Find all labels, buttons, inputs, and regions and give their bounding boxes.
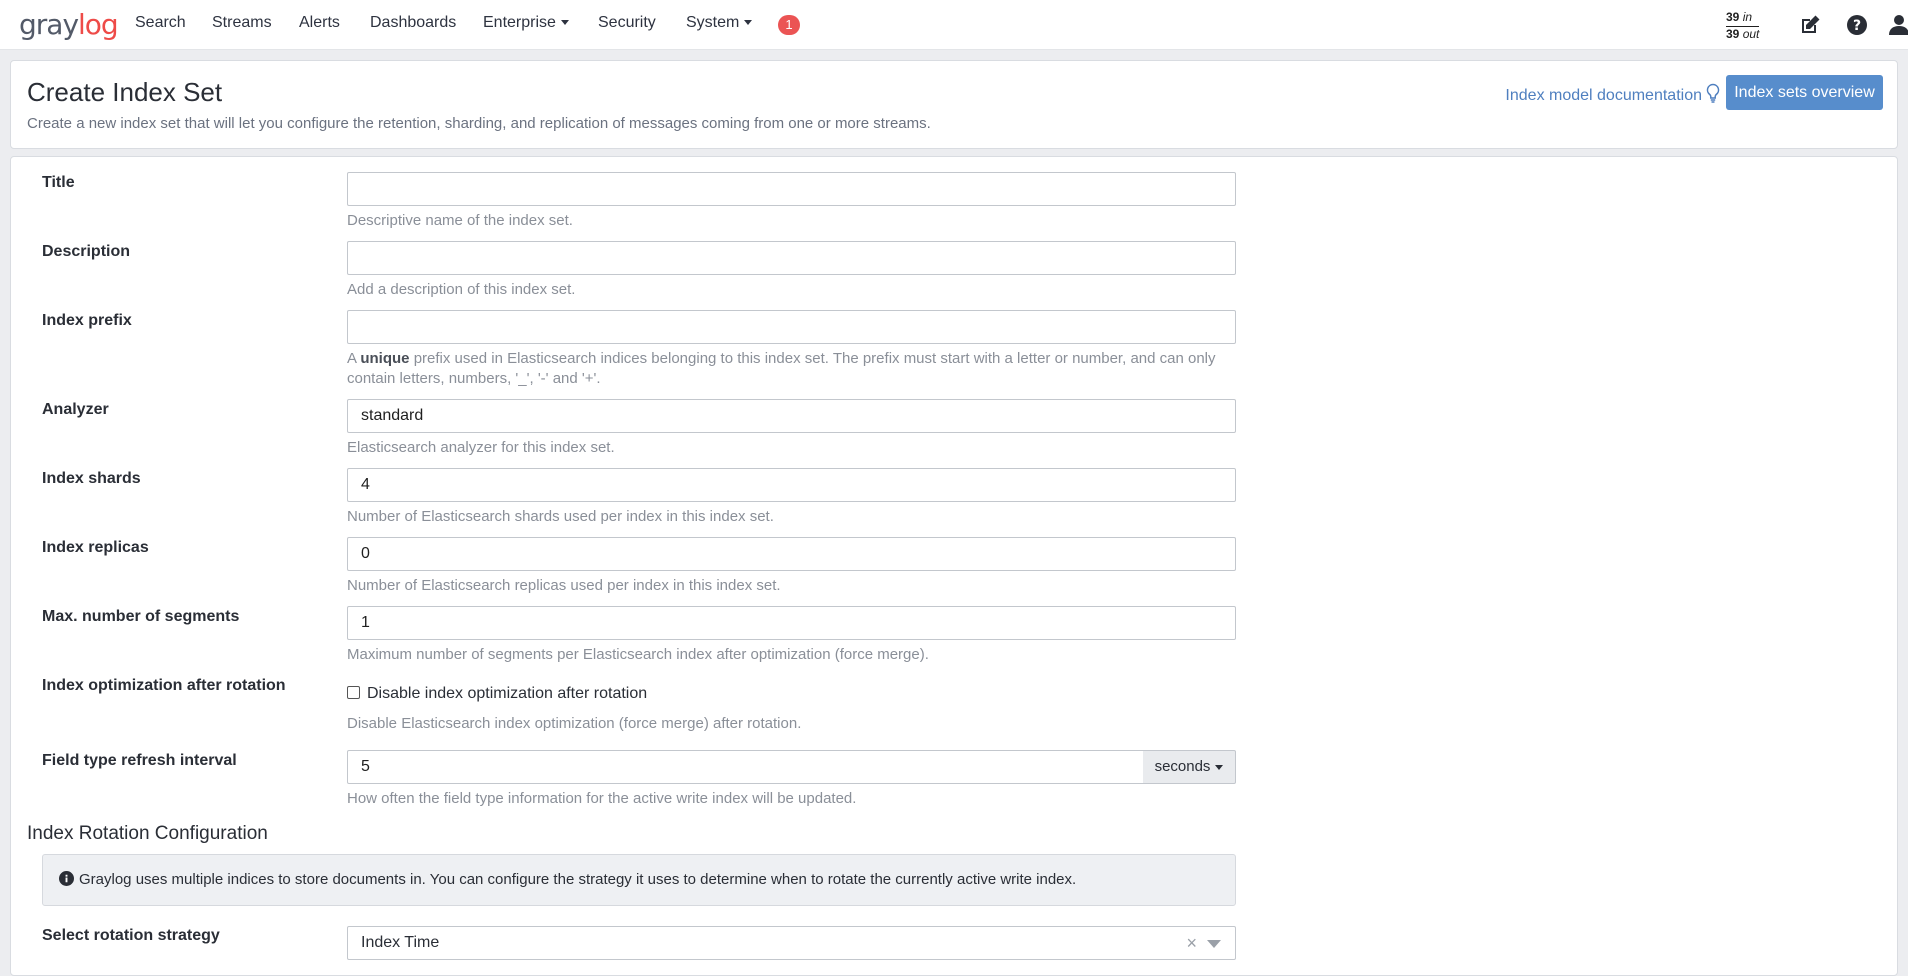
chevron-down-icon [1215, 764, 1224, 770]
documentation-link[interactable]: Index model documentation [1505, 83, 1721, 105]
index-shards-input[interactable] [347, 468, 1236, 502]
description-help: Add a description of this index set. [347, 281, 576, 298]
nav-streams[interactable]: Streams [212, 14, 272, 32]
notification-badge[interactable]: 1 [778, 15, 800, 35]
help-icon[interactable]: ? [1845, 13, 1869, 37]
analyzer-label: Analyzer [42, 401, 109, 418]
index-replicas-help: Number of Elasticsearch replicas used pe… [347, 577, 781, 594]
index-prefix-help: A unique prefix used in Elasticsearch in… [347, 350, 1216, 387]
page-title: Create Index Set [27, 77, 223, 107]
index-replicas-label: Index replicas [42, 539, 149, 556]
analyzer-input[interactable] [347, 399, 1236, 433]
checkbox-box[interactable] [347, 686, 360, 699]
page-description: Create a new index set that will let you… [27, 115, 931, 132]
max-segments-label: Max. number of segments [42, 608, 240, 625]
description-input[interactable] [347, 241, 1236, 275]
graylog-logo[interactable]: graylog [19, 8, 119, 41]
field-type-refresh-help: How often the field type information for… [347, 790, 857, 807]
index-optimization-label: Index optimization after rotation [42, 677, 286, 694]
refresh-unit-dropdown[interactable]: seconds [1143, 750, 1236, 784]
rotation-strategy-value: Index Time [361, 934, 440, 951]
throughput-indicator[interactable]: 39 in 39 out [1726, 10, 1760, 42]
analyzer-help: Elasticsearch analyzer for this index se… [347, 439, 615, 456]
index-shards-label: Index shards [42, 470, 141, 487]
field-type-refresh-input[interactable] [347, 750, 1144, 784]
page-header: Create Index Set Create a new index set … [10, 60, 1898, 149]
user-icon[interactable] [1887, 13, 1908, 37]
index-prefix-label: Index prefix [42, 312, 132, 329]
disable-optimization-checkbox-label: Disable index optimization after rotatio… [367, 685, 648, 702]
rotation-strategy-label: Select rotation strategy [42, 927, 220, 944]
rotation-info-text: Graylog uses multiple indices to store d… [79, 871, 1077, 888]
field-type-refresh-label: Field type refresh interval [42, 752, 237, 769]
refresh-unit-label: seconds [1154, 758, 1211, 775]
nav-alerts[interactable]: Alerts [299, 14, 340, 32]
index-optimization-help: Disable Elasticsearch index optimization… [347, 715, 802, 732]
max-segments-input[interactable] [347, 606, 1236, 640]
nav-enterprise-label: Enterprise [483, 14, 556, 31]
documentation-link-label: Index model documentation [1505, 87, 1702, 104]
throughput-in-value: 39 [1726, 10, 1740, 24]
rotation-section-title: Index Rotation Configuration [27, 823, 268, 844]
throughput-out-value: 39 [1726, 27, 1740, 41]
throughput-in-label: in [1742, 10, 1753, 24]
nav-system-label: System [686, 14, 740, 31]
title-label: Title [42, 174, 75, 191]
rotation-strategy-select[interactable]: Index Time × [347, 926, 1236, 960]
clear-icon[interactable]: × [1186, 927, 1197, 959]
throughput-out-label: out [1742, 27, 1760, 41]
nav-search[interactable]: Search [135, 14, 186, 32]
edit-icon[interactable] [1798, 13, 1822, 37]
max-segments-help: Maximum number of segments per Elasticse… [347, 646, 929, 663]
description-label: Description [42, 243, 131, 260]
title-help: Descriptive name of the index set. [347, 212, 573, 229]
svg-text:?: ? [1853, 18, 1861, 34]
chevron-down-icon[interactable] [1207, 940, 1221, 948]
nav-security[interactable]: Security [598, 14, 656, 32]
index-prefix-input[interactable] [347, 310, 1236, 344]
lightbulb-icon [1706, 83, 1720, 103]
chevron-down-icon [560, 20, 569, 26]
disable-optimization-checkbox[interactable]: Disable index optimization after rotatio… [347, 685, 647, 703]
nav-system[interactable]: System [686, 14, 753, 32]
nav-dashboards[interactable]: Dashboards [370, 14, 456, 32]
info-icon [59, 871, 74, 886]
chevron-down-icon [744, 20, 753, 26]
index-shards-help: Number of Elasticsearch shards used per … [347, 508, 774, 525]
index-set-form: Title Descriptive name of the index set.… [10, 156, 1898, 976]
rotation-info-box: Graylog uses multiple indices to store d… [42, 854, 1236, 906]
nav-enterprise[interactable]: Enterprise [483, 14, 569, 32]
title-input[interactable] [347, 172, 1236, 206]
index-replicas-input[interactable] [347, 537, 1236, 571]
index-sets-overview-button[interactable]: Index sets overview [1726, 75, 1883, 110]
top-navbar: graylog Search Streams Alerts Dashboards… [0, 0, 1908, 50]
